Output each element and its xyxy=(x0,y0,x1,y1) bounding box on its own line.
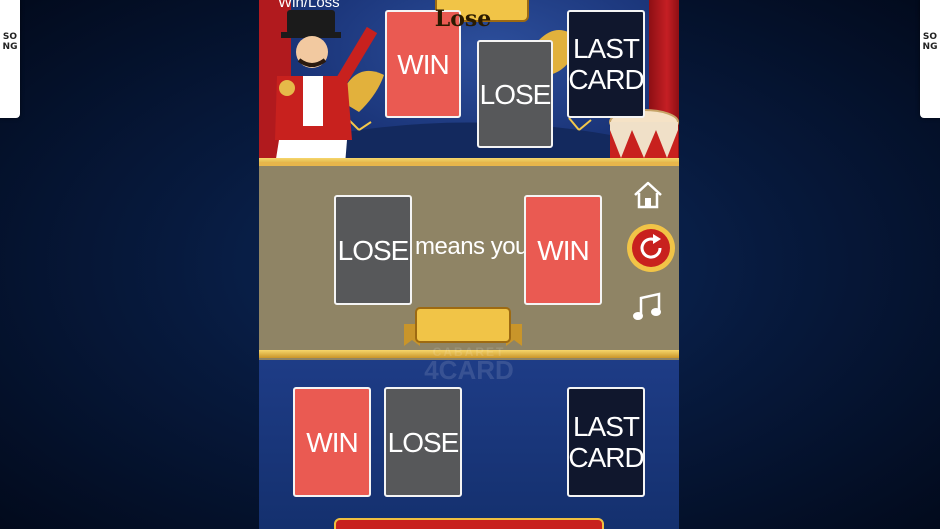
music-note-icon[interactable] xyxy=(631,290,665,324)
top-card-last-label: LAST CARD xyxy=(568,33,644,95)
home-icon[interactable] xyxy=(631,178,665,212)
top-card-lose-label: LOSE xyxy=(479,78,552,110)
rule-text: means you xyxy=(415,233,528,260)
top-card-lose: LOSE xyxy=(477,40,553,148)
bottom-action-button[interactable] xyxy=(334,518,604,529)
hand-card-lose-label: LOSE xyxy=(387,426,460,458)
game-board: Win/Loss WIN LOSE LAST CARD LOSE means y… xyxy=(259,0,679,529)
rule-card-lose: LOSE xyxy=(334,195,412,305)
lose-banner xyxy=(404,307,522,346)
song-tab-left[interactable]: SONG xyxy=(0,0,20,118)
hand-card-last-label: LAST CARD xyxy=(568,411,644,473)
rule-card-lose-label: LOSE xyxy=(337,234,410,266)
lose-banner-text: Lose xyxy=(434,6,492,32)
song-tab-left-label: SONG xyxy=(2,32,18,52)
top-card-win-label: WIN xyxy=(397,48,449,80)
hand-card-lose[interactable]: LOSE xyxy=(384,387,462,497)
watermark-title: 4CARD xyxy=(424,355,514,385)
rule-card-win: WIN xyxy=(524,195,602,305)
restart-icon[interactable] xyxy=(625,222,677,274)
top-card-last: LAST CARD xyxy=(567,10,645,118)
hand-card-win[interactable]: WIN xyxy=(293,387,371,497)
song-tab-right[interactable]: SONG xyxy=(920,0,940,118)
hand-card-win-label: WIN xyxy=(306,426,358,458)
win-loss-label: Win/Loss xyxy=(278,0,340,11)
song-tab-right-label: SONG xyxy=(922,32,938,52)
hand-card-last[interactable]: LAST CARD xyxy=(567,387,645,497)
rule-card-win-label: WIN xyxy=(537,234,589,266)
